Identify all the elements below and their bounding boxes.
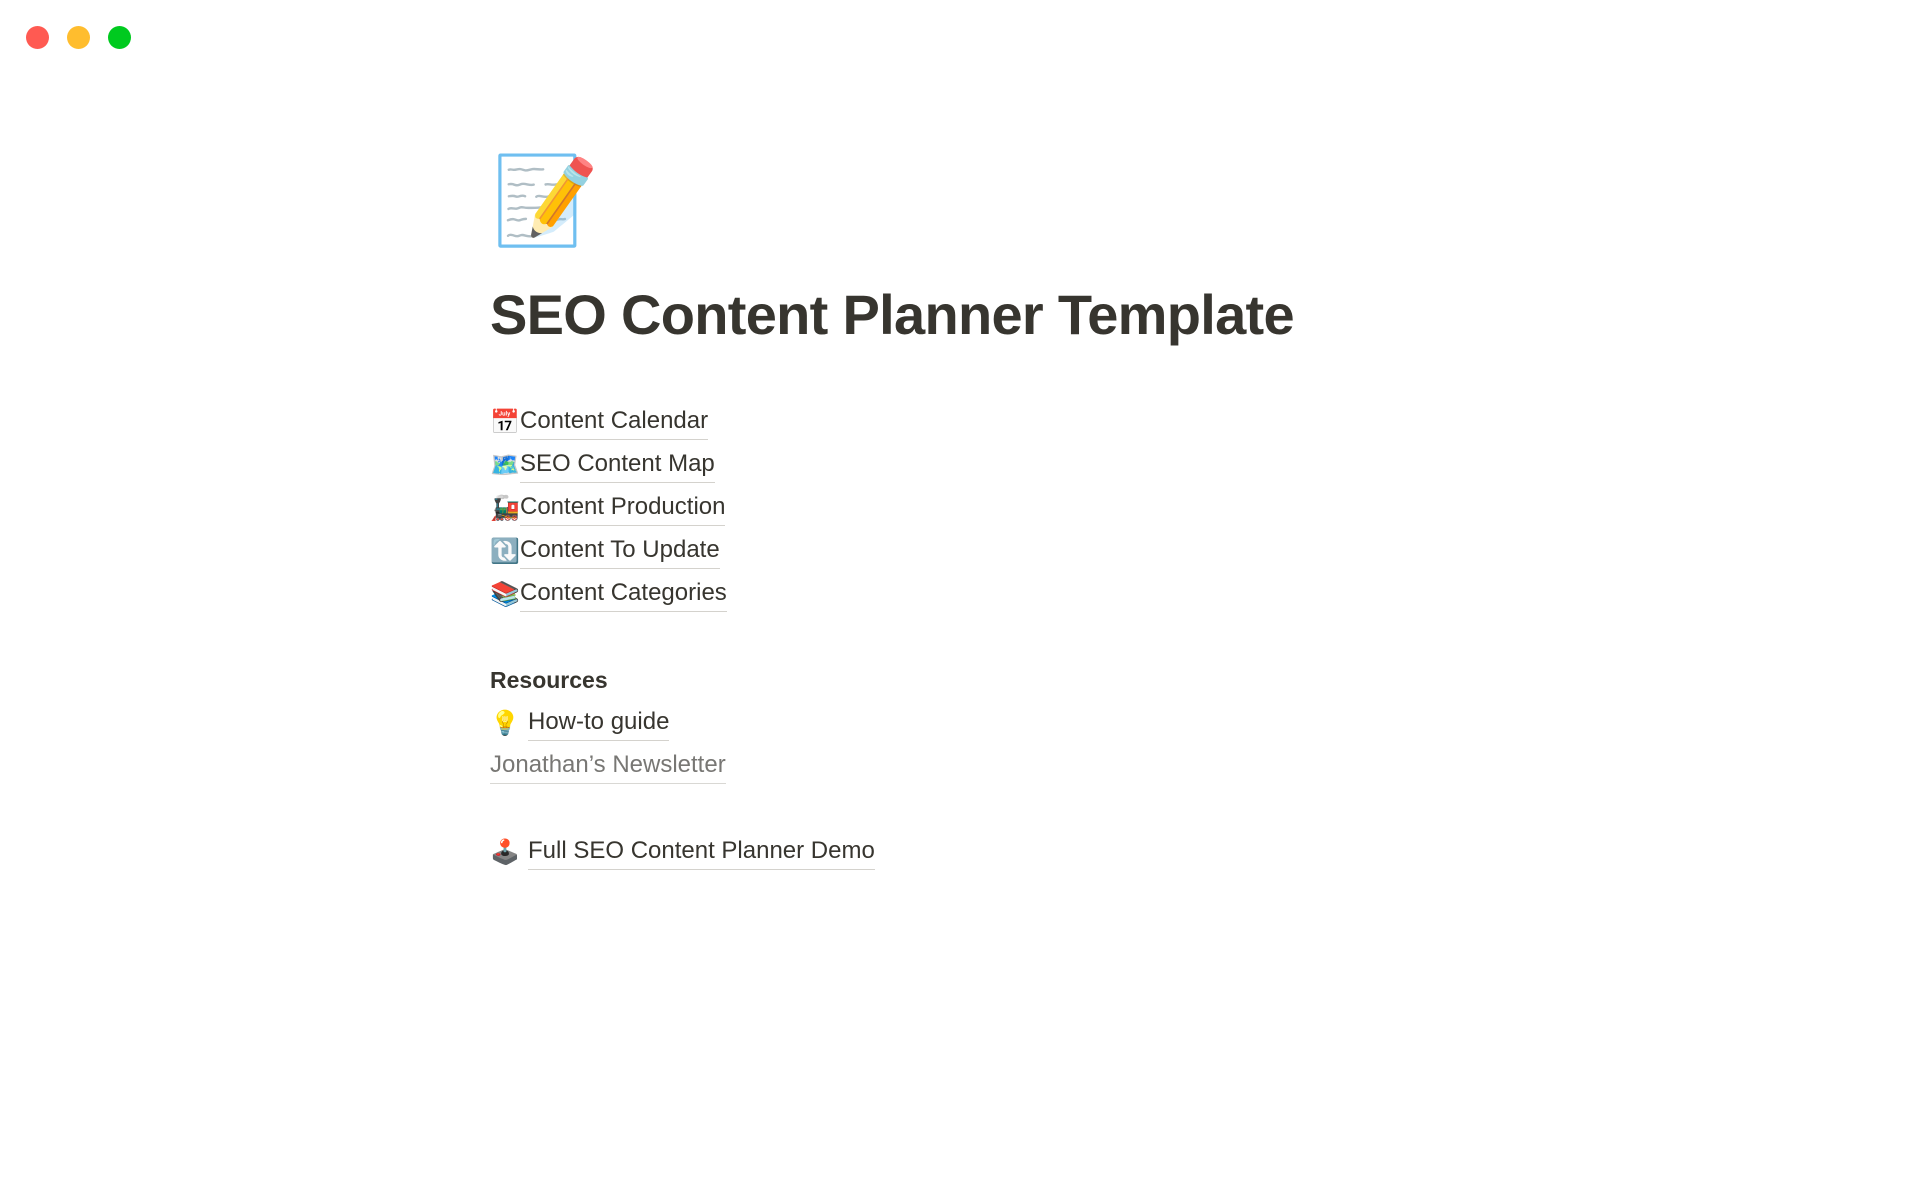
page-content: 📝 SEO Content Planner Template 📅 Content… xyxy=(490,158,1490,874)
memo-emoji[interactable]: 📝 xyxy=(492,158,1490,262)
minimize-window-button[interactable] xyxy=(67,26,90,49)
link-block-how-to-guide[interactable]: 💡 How-to guide xyxy=(490,702,1490,745)
link-label[interactable]: Content Production xyxy=(520,491,726,526)
link-label[interactable]: Full SEO Content Planner Demo xyxy=(528,835,875,870)
joystick-emoji: 🕹️ xyxy=(490,838,520,867)
locomotive-emoji: 🚂 xyxy=(490,494,520,523)
books-emoji: 📚 xyxy=(490,580,520,609)
window-traffic-lights xyxy=(26,26,131,49)
link-block-content-to-update[interactable]: 🔃 Content To Update xyxy=(490,530,1490,573)
link-label[interactable]: Jonathan’s Newsletter xyxy=(490,749,726,784)
link-block-content-categories[interactable]: 📚 Content Categories xyxy=(490,573,1490,616)
link-label[interactable]: Content Categories xyxy=(520,577,727,612)
light-bulb-emoji: 💡 xyxy=(490,709,520,738)
link-label[interactable]: How-to guide xyxy=(528,706,670,741)
link-block-full-seo-content-planner-demo[interactable]: 🕹️ Full SEO Content Planner Demo xyxy=(490,831,1490,874)
clockwise-vertical-arrows-emoji: 🔃 xyxy=(490,537,520,566)
link-block-content-production[interactable]: 🚂 Content Production xyxy=(490,487,1490,530)
window-title-bar xyxy=(0,0,1920,76)
notion-page: 📝 SEO Content Planner Template 📅 Content… xyxy=(0,0,1920,1200)
maximize-window-button[interactable] xyxy=(108,26,131,49)
close-window-button[interactable] xyxy=(26,26,49,49)
link-block-content-calendar[interactable]: 📅 Content Calendar xyxy=(490,401,1490,444)
link-label[interactable]: SEO Content Map xyxy=(520,448,715,483)
empty-block xyxy=(490,616,1490,659)
link-label[interactable]: Content To Update xyxy=(520,534,720,569)
link-label[interactable]: Content Calendar xyxy=(520,405,709,440)
resources-heading: Resources xyxy=(490,666,608,693)
empty-block xyxy=(490,788,1490,831)
page-title: SEO Content Planner Template xyxy=(490,283,1295,346)
link-block-seo-content-map[interactable]: 🗺️ SEO Content Map xyxy=(490,444,1490,487)
link-block-jonathans-newsletter[interactable]: Jonathan’s Newsletter xyxy=(490,745,1490,788)
calendar-emoji: 📅 xyxy=(490,408,520,437)
database-link-list: 📅 Content Calendar 🗺️ SEO Content Map 🚂 … xyxy=(490,401,1490,616)
world-map-emoji: 🗺️ xyxy=(490,451,520,480)
resources-section: Resources 💡 How-to guide Jonathan’s News… xyxy=(490,659,1490,788)
